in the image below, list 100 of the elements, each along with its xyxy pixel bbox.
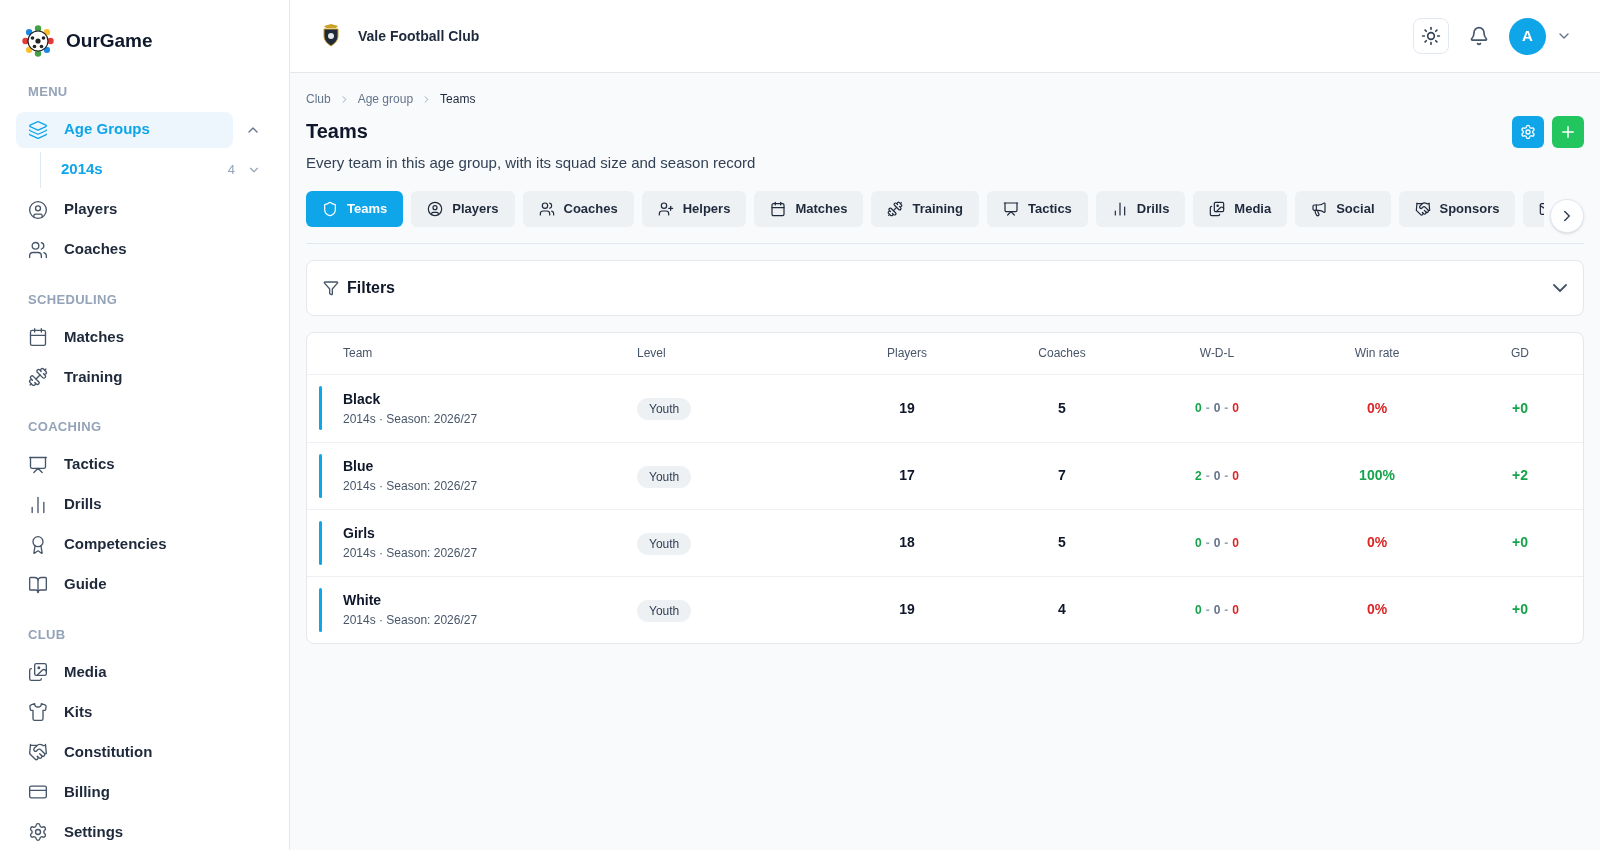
record-text: 0 - 0 - 0 [1194,400,1240,417]
filter-icon [323,279,339,296]
players-count: 19 [898,600,916,619]
tab[interactable]: Drills [1095,190,1186,227]
dumbbell-icon [28,367,48,387]
filters-panel[interactable]: Filters [306,259,1584,316]
team-meta: 2014s · Season: 2026/27 [343,410,478,428]
handshake-icon [1414,200,1431,217]
app-name: OurGame [66,28,153,53]
settings-button[interactable] [1512,116,1544,148]
sidebar-item[interactable]: Coaches [16,231,273,268]
user-circle-icon [427,200,444,217]
level-tag: Youth [637,398,692,420]
level-tag: Youth [637,599,692,622]
section-heading: SCHEDULING [27,290,119,309]
players-count: 18 [898,533,916,552]
club-crest-icon [320,23,342,49]
sun-icon [1421,26,1441,46]
layers-icon [28,119,48,140]
goal-difference: +0 [1511,398,1529,418]
sidebar-item[interactable]: Settings [16,814,273,850]
column-header: W-D-L [1198,345,1236,362]
users-icon [28,239,48,260]
win-rate: 0% [1365,398,1389,418]
images-icon [1209,200,1226,217]
expand-chevron-icon [1553,283,1567,292]
tab[interactable]: Helpers [641,190,747,227]
win-rate: 100% [1358,466,1396,485]
team-row[interactable]: Blue 2014s · Season: 2026/27 Youth 17 7 2 - 0 - 0 100% +2 [307,441,1583,509]
team-meta: 2014s · Season: 2026/27 [343,478,478,495]
plus-icon [1559,123,1577,141]
goal-difference: +0 [1511,533,1529,552]
sidebar-item[interactable]: Tactics [16,446,273,483]
tab[interactable]: Training [871,190,979,227]
ball-logo-icon [22,25,54,57]
goal-difference: +2 [1511,466,1529,485]
team-name: Black [343,389,382,409]
breadcrumb-link[interactable]: Age group [357,90,414,108]
page-subtitle: Every team in this age group, with its squad size and season record [306,153,757,173]
notification-bell-icon[interactable] [1469,26,1489,46]
count-label: 4 [227,160,235,179]
page-title: Teams [306,119,369,144]
book-icon [28,574,48,595]
coaches-count: 5 [1057,533,1067,552]
dumbbell-icon [887,200,904,217]
column-header: Level [637,345,667,362]
club-name: Vale Football Club [358,26,480,46]
column-header: Coaches [1037,345,1087,362]
coaches-count: 4 [1057,600,1067,619]
tab[interactable]: Social [1295,190,1391,227]
column-header: Players [886,345,928,362]
column-header: GD [1510,345,1530,362]
section-heading: CLUB [27,625,67,644]
images-icon [28,662,48,682]
filters-title: Filters [347,277,396,298]
row-accent-bar [319,587,322,632]
settings-icon [28,822,48,842]
handshake-icon [28,742,48,762]
sidebar-item[interactable]: Players [16,191,273,228]
sidebar-item[interactable]: Media [16,654,273,690]
sidebar-item[interactable]: Competencies [16,526,273,563]
presentation-icon [1003,200,1019,217]
players-count: 17 [898,466,916,485]
breadcrumb-link[interactable]: Club [306,90,331,108]
sidebar-item[interactable]: Training [16,359,273,395]
tab[interactable]: Players [411,190,515,227]
row-accent-bar [319,520,322,565]
team-name: Girls [343,524,376,543]
level-tag: Youth [637,465,692,488]
team-meta: 2014s · Season: 2026/27 [343,612,478,629]
sidebar-item[interactable]: Drills [16,486,273,523]
calendar-icon [28,327,48,347]
tab[interactable]: Sponsors [1398,190,1516,227]
tab[interactable]: Tactics [987,190,1088,227]
team-row[interactable]: Girls 2014s · Season: 2026/27 Youth 18 5 0 - 0 - 0 0% +0 [307,508,1583,576]
presentation-icon [28,454,48,475]
tab[interactable]: Coaches [522,190,634,227]
sidebar-item[interactable]: Constitution [16,734,273,770]
record-text: 0 - 0 - 0 [1194,534,1240,552]
section-heading: MENU [27,83,69,101]
sidebar-item[interactable]: Guide [16,566,273,603]
team-name: White [343,591,383,610]
sidebar-item[interactable]: Matches [16,319,273,355]
team-row[interactable]: White 2014s · Season: 2026/27 Youth 19 4 0 - 0 - 0 0% +0 [307,575,1583,643]
sidebar-item[interactable]: Billing [16,774,273,810]
team-name: Blue [343,457,375,476]
team-meta: 2014s · Season: 2026/27 [343,545,478,562]
theme-toggle-button[interactable] [1413,18,1449,54]
tab[interactable]: Matches [754,190,864,227]
section-heading: COACHING [27,418,103,436]
win-rate: 0% [1365,533,1389,552]
column-header: Win rate [1353,345,1401,362]
row-accent-bar [319,453,322,498]
team-row[interactable]: Black 2014s · Season: 2026/27 Youth 19 5 0 - 0 - 0 0% +0 [307,374,1583,442]
sidebar-item[interactable]: Kits [16,694,273,730]
tab[interactable]: Media [1193,190,1288,227]
calendar-icon [770,200,787,217]
goal-difference: +0 [1511,600,1529,619]
settings-icon [1520,124,1536,140]
user-circle-icon [28,199,48,220]
